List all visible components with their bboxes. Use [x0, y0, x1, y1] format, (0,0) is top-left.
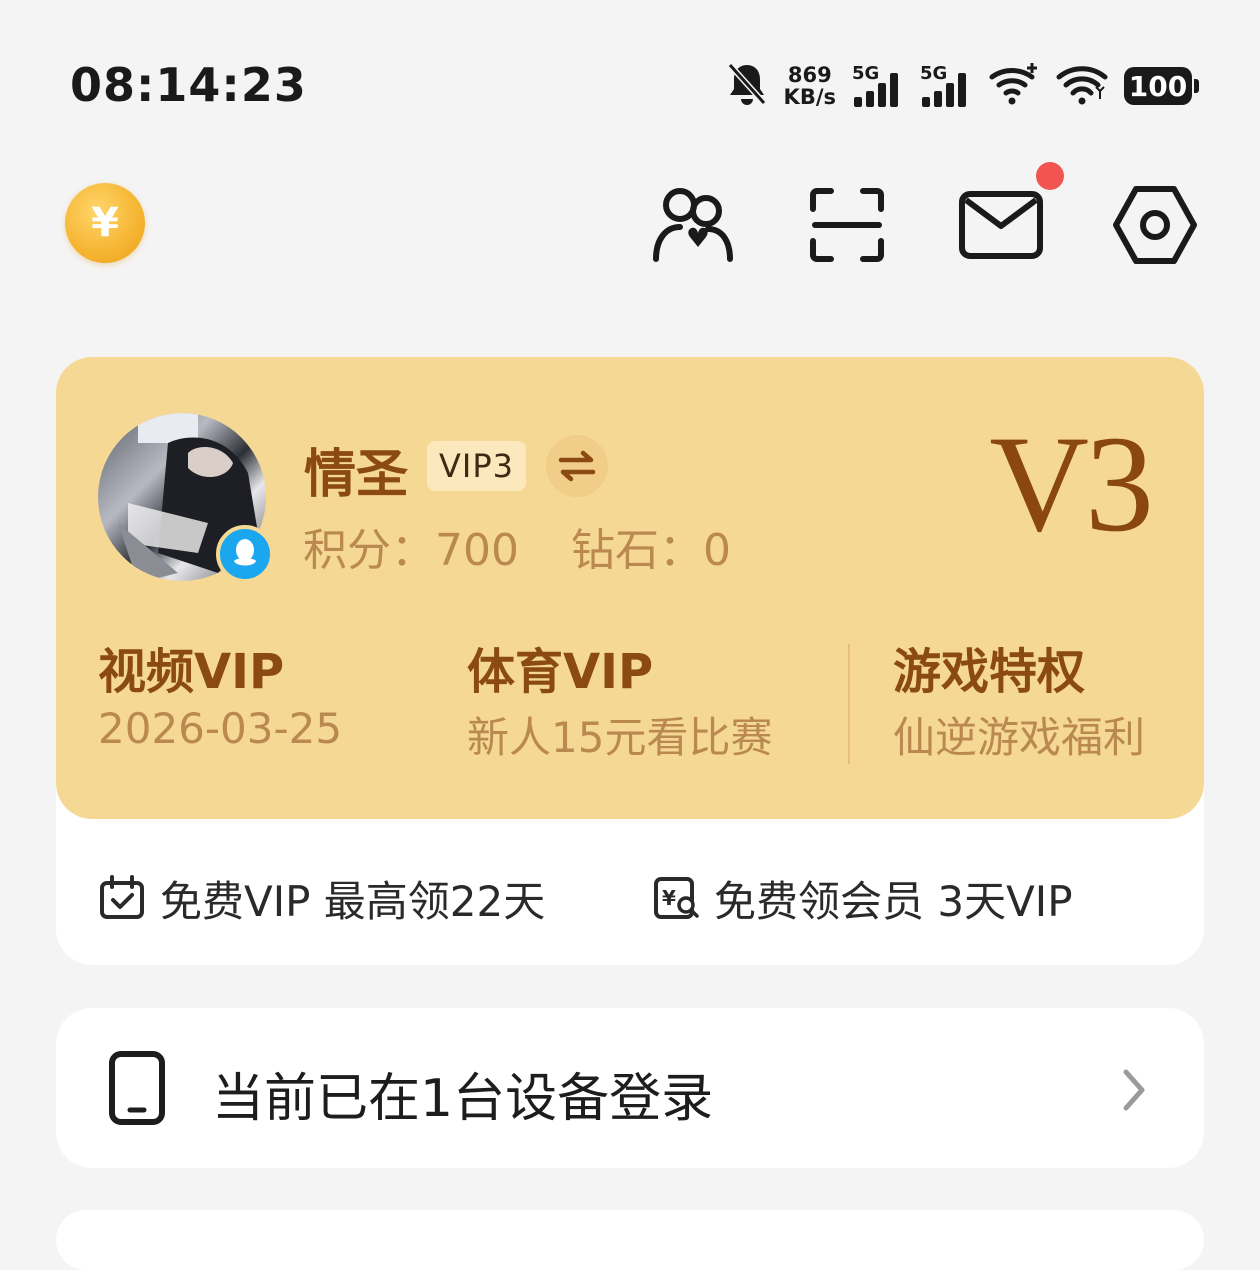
device-login-label: 当前已在1台设备登录	[212, 1069, 714, 1129]
free-member-promo[interactable]: ¥ 免费领会员 3天VIP	[652, 868, 1073, 928]
status-time: 08:14:23	[70, 58, 307, 112]
game-privilege-subtitle: 仙逆游戏福利	[893, 713, 1146, 762]
user-name[interactable]: 情圣	[304, 432, 408, 507]
qq-badge-icon	[216, 525, 274, 583]
settings-icon[interactable]	[1110, 180, 1200, 270]
wifi-plus-icon	[988, 61, 1040, 111]
game-privilege-title[interactable]: 游戏特权	[893, 632, 1085, 702]
mail-icon[interactable]	[956, 180, 1046, 270]
calendar-check-icon	[100, 875, 144, 919]
vip-level-badge[interactable]: V3	[989, 404, 1154, 563]
bell-muted-icon	[726, 61, 768, 111]
diamonds-value[interactable]: 钻石：0	[571, 525, 731, 576]
sim1-label: 5G	[852, 63, 880, 84]
battery-icon: 100	[1124, 67, 1199, 105]
switch-account-button[interactable]	[546, 435, 608, 497]
sim2-label: 5G	[920, 63, 948, 84]
friends-icon[interactable]	[648, 180, 738, 270]
free-vip-promo-label: 免费VIP 最高领22天	[160, 876, 546, 926]
video-vip-title[interactable]: 视频VIP	[98, 632, 284, 702]
network-speed: 869 KB/s	[784, 64, 836, 108]
free-member-promo-label: 免费领会员 3天VIP	[714, 876, 1073, 926]
svg-text:¥: ¥	[662, 886, 676, 910]
coupon-search-icon: ¥	[654, 877, 699, 919]
free-vip-promo[interactable]: 免费VIP 最高领22天	[98, 868, 545, 928]
wifi-icon	[1056, 61, 1108, 111]
next-section-card	[56, 1210, 1204, 1270]
vip-level-tag[interactable]: VIP3	[427, 441, 526, 491]
sports-vip-subtitle: 新人15元看比赛	[467, 713, 773, 762]
phone-icon	[108, 1050, 166, 1130]
sim1-signal: 5G	[852, 63, 904, 109]
mail-unread-dot	[1036, 162, 1064, 190]
coin-icon[interactable]: ¥	[65, 183, 145, 263]
status-icons: 869 KB/s 5G 5G 100	[726, 58, 1199, 114]
video-vip-expiry: 2026-03-25	[98, 704, 343, 753]
net-speed-unit: KB/s	[783, 85, 836, 109]
sim2-signal: 5G	[920, 63, 972, 109]
sports-vip-title[interactable]: 体育VIP	[467, 632, 653, 702]
chevron-right-icon[interactable]	[1120, 1068, 1148, 1116]
vip-divider	[848, 644, 850, 764]
points-row: 积分：700 钻石：0	[303, 514, 783, 578]
swap-icon	[558, 450, 596, 482]
net-speed-value: 869	[787, 63, 832, 87]
points-value[interactable]: 积分：700	[303, 525, 519, 576]
scan-icon[interactable]	[802, 180, 892, 270]
